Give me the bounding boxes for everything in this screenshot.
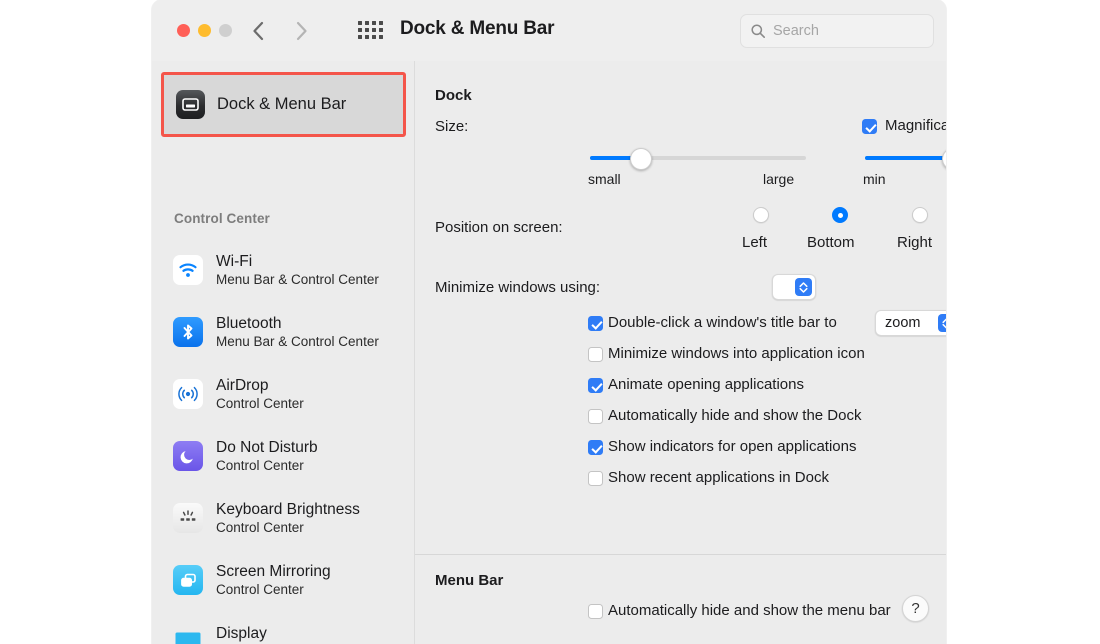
do-not-disturb-icon bbox=[173, 441, 203, 471]
list-item-name: AirDrop bbox=[216, 376, 304, 395]
position-radio-right[interactable] bbox=[912, 207, 928, 223]
bluetooth-icon bbox=[173, 317, 203, 347]
sidebar-item-do-not-disturb[interactable]: Do Not Disturb Control Center bbox=[152, 425, 414, 487]
slider-thumb[interactable] bbox=[630, 148, 652, 170]
dock-magnification-slider[interactable] bbox=[865, 148, 946, 168]
list-item-sub: Control Center bbox=[216, 519, 360, 537]
double-click-label: Double-click a window's title bar to bbox=[608, 314, 837, 331]
airdrop-icon bbox=[173, 379, 203, 409]
search-placeholder: Search bbox=[773, 23, 819, 39]
position-on-screen-label: Position on screen: bbox=[435, 219, 563, 236]
show-recent-apps-checkbox[interactable] bbox=[588, 471, 603, 486]
minimize-using-dropdown[interactable] bbox=[772, 274, 816, 300]
list-item-sub: Control Center bbox=[216, 457, 318, 475]
traffic-lights bbox=[177, 24, 232, 37]
list-item-sub: Menu Bar & Control Center bbox=[216, 271, 379, 289]
sidebar-item-bluetooth[interactable]: Bluetooth Menu Bar & Control Center bbox=[152, 301, 414, 363]
chevron-updown-icon bbox=[795, 278, 812, 296]
display-icon bbox=[173, 627, 203, 644]
magnification-checkbox[interactable] bbox=[862, 119, 877, 134]
dock-menu-bar-icon bbox=[176, 90, 205, 119]
animate-opening-apps-checkbox[interactable] bbox=[588, 378, 603, 393]
position-label-right: Right bbox=[897, 234, 932, 251]
sidebar-item-dock-menu-bar[interactable]: Dock & Menu Bar bbox=[161, 72, 406, 137]
sidebar-group-title: Control Center bbox=[174, 211, 270, 226]
double-click-action-dropdown[interactable]: zoom bbox=[875, 310, 946, 336]
zoom-button[interactable] bbox=[219, 24, 232, 37]
list-item-name: Do Not Disturb bbox=[216, 438, 318, 457]
auto-hide-menu-bar-label: Automatically hide and show the menu bar bbox=[608, 602, 891, 619]
auto-hide-menu-bar-checkbox[interactable] bbox=[588, 604, 603, 619]
magnification-label: Magnification: bbox=[885, 117, 946, 134]
sidebar-item-wifi[interactable]: Wi-Fi Menu Bar & Control Center bbox=[152, 239, 414, 301]
list-item-sub: Control Center bbox=[216, 581, 331, 599]
sidebar-item-keyboard-brightness[interactable]: Keyboard Brightness Control Center bbox=[152, 487, 414, 549]
sidebar-item-label: Dock & Menu Bar bbox=[217, 95, 346, 114]
sidebar-item-screen-mirroring[interactable]: Screen Mirroring Control Center bbox=[152, 549, 414, 611]
navigation-arrows bbox=[247, 17, 313, 45]
show-indicators-checkbox[interactable] bbox=[588, 440, 603, 455]
position-radio-bottom[interactable] bbox=[832, 207, 848, 223]
auto-hide-dock-label: Automatically hide and show the Dock bbox=[608, 407, 861, 424]
list-item-name: Screen Mirroring bbox=[216, 562, 331, 581]
minimize-button[interactable] bbox=[198, 24, 211, 37]
size-min-label: small bbox=[588, 171, 621, 187]
content-pane: Dock Size: small large Magnification: mi… bbox=[415, 61, 946, 644]
search-icon bbox=[750, 23, 766, 39]
show-indicators-label: Show indicators for open applications bbox=[608, 438, 856, 455]
minimize-using-label: Minimize windows using: bbox=[435, 279, 600, 296]
double-click-action-value: zoom bbox=[885, 315, 938, 331]
list-item-sub: Menu Bar & Control Center bbox=[216, 333, 379, 351]
list-item-name: Display bbox=[216, 624, 379, 643]
screen: Dock & Menu Bar Search bbox=[0, 0, 1100, 644]
back-chevron-icon[interactable] bbox=[247, 17, 269, 45]
size-label: Size: bbox=[435, 118, 468, 135]
page-title: Dock & Menu Bar bbox=[400, 18, 554, 40]
list-item-name: Keyboard Brightness bbox=[216, 500, 360, 519]
sidebar-item-display[interactable]: Display Menu Bar & Control Center bbox=[152, 611, 414, 644]
animate-opening-apps-label: Animate opening applications bbox=[608, 376, 804, 393]
close-button[interactable] bbox=[177, 24, 190, 37]
show-recent-apps-label: Show recent applications in Dock bbox=[608, 469, 829, 486]
position-label-bottom: Bottom bbox=[807, 234, 855, 251]
system-preferences-window: Dock & Menu Bar Search bbox=[152, 0, 946, 644]
dock-section-title: Dock bbox=[435, 87, 472, 104]
slider-thumb[interactable] bbox=[942, 148, 946, 170]
double-click-checkbox[interactable] bbox=[588, 316, 603, 331]
size-max-label: large bbox=[763, 171, 794, 187]
window-titlebar: Dock & Menu Bar Search bbox=[152, 0, 946, 62]
screen-mirroring-icon bbox=[173, 565, 203, 595]
list-item-name: Wi-Fi bbox=[216, 252, 379, 271]
sidebar: Dock & Menu Bar Control Center bbox=[152, 61, 414, 644]
list-item-name: Bluetooth bbox=[216, 314, 379, 333]
list-item-sub: Control Center bbox=[216, 395, 304, 413]
magnification-min-label: min bbox=[863, 171, 886, 187]
minimize-into-app-icon-label: Minimize windows into application icon bbox=[608, 345, 865, 362]
slider-fill bbox=[865, 156, 946, 160]
search-field[interactable]: Search bbox=[740, 14, 934, 48]
show-all-grid-icon[interactable] bbox=[358, 21, 388, 41]
menu-bar-section-title: Menu Bar bbox=[435, 572, 503, 589]
wifi-icon bbox=[173, 255, 203, 285]
keyboard-brightness-icon bbox=[173, 503, 203, 533]
auto-hide-dock-checkbox[interactable] bbox=[588, 409, 603, 424]
minimize-into-app-icon-checkbox[interactable] bbox=[588, 347, 603, 362]
position-label-left: Left bbox=[742, 234, 767, 251]
sidebar-item-airdrop[interactable]: AirDrop Control Center bbox=[152, 363, 414, 425]
section-divider bbox=[415, 554, 946, 555]
dock-size-slider[interactable] bbox=[590, 148, 806, 168]
help-button[interactable]: ? bbox=[902, 595, 929, 622]
forward-chevron-icon[interactable] bbox=[291, 17, 313, 45]
position-radio-left[interactable] bbox=[753, 207, 769, 223]
chevron-updown-icon bbox=[938, 314, 946, 332]
control-center-list: Wi-Fi Menu Bar & Control Center Bluetoot… bbox=[152, 239, 414, 644]
